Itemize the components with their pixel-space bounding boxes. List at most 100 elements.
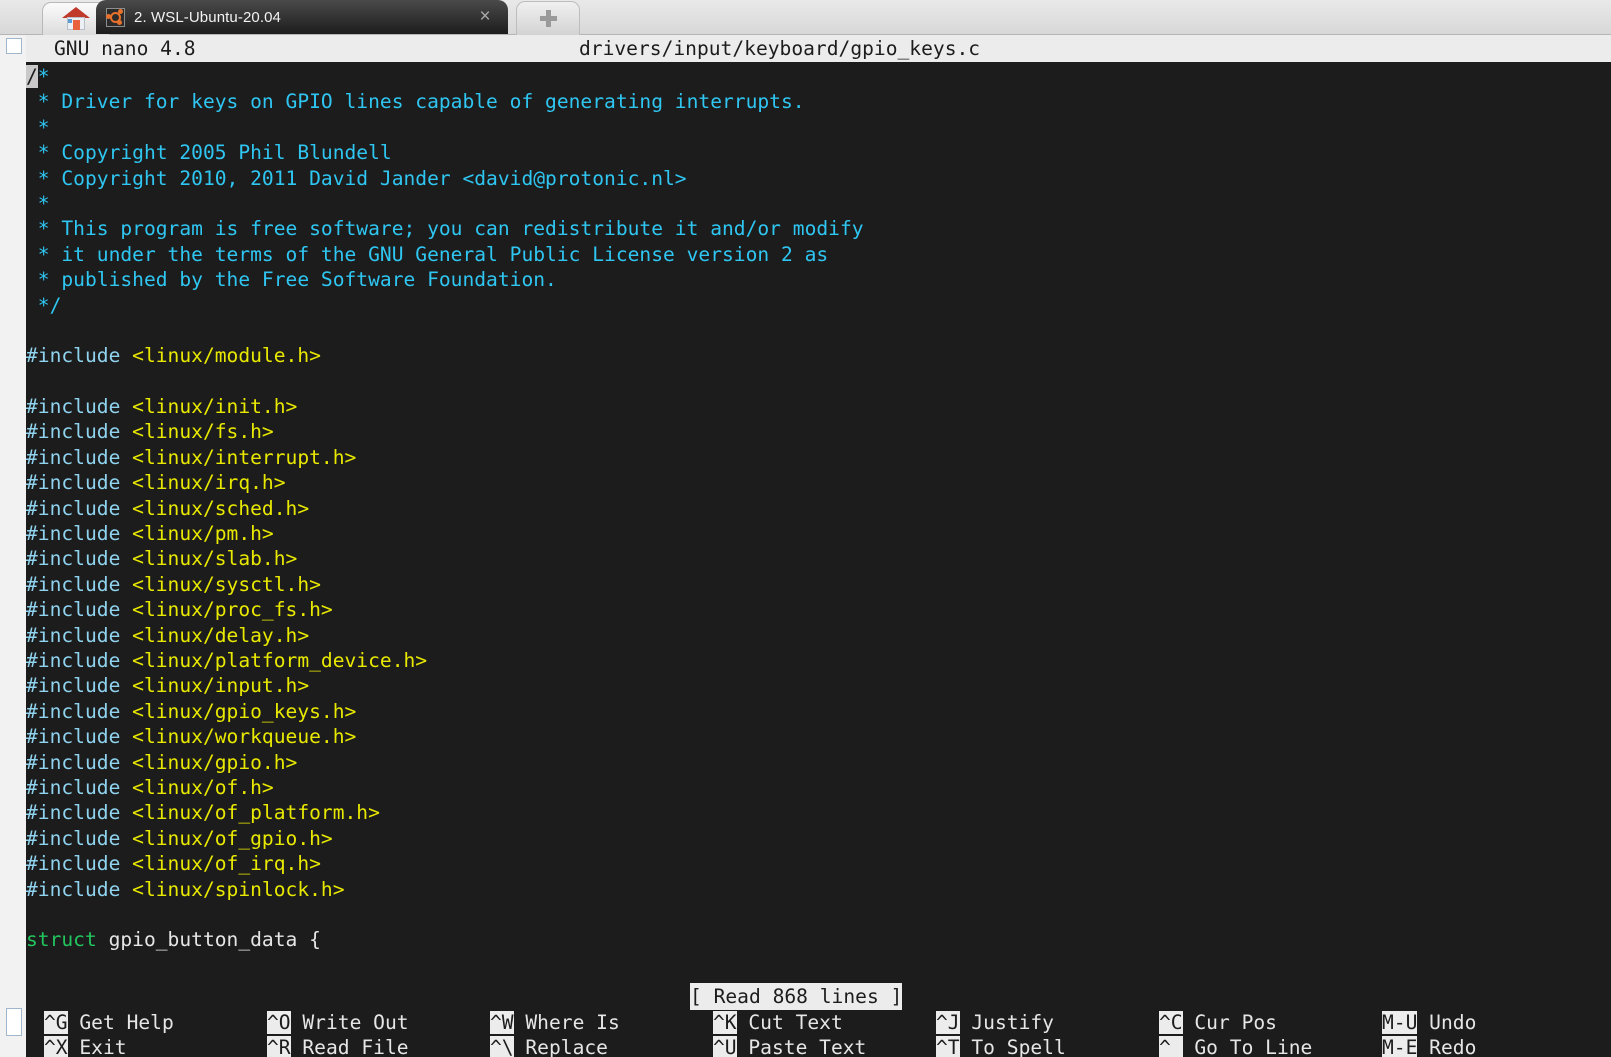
code-span: #include <box>26 852 133 876</box>
shortcut-key: ^_ <box>1159 1036 1183 1057</box>
close-icon[interactable]: × <box>476 7 494 26</box>
code-span: <linux/init.h> <box>132 395 298 419</box>
nano-file-path: drivers/input/keyboard/gpio_keys.c <box>579 36 981 60</box>
shortcut-key: ^O <box>267 1011 291 1034</box>
code-line: #include <linux/input.h> <box>26 673 1611 698</box>
plus-icon <box>539 10 557 27</box>
shortcut-go-to-line[interactable]: ^_ Go To Line <box>1159 1035 1312 1057</box>
shortcut-cut-text[interactable]: ^K Cut Text <box>713 1010 843 1035</box>
shortcut-label: Write Out <box>290 1011 409 1034</box>
tab-strip: 2. WSL-Ubuntu-20.04 × <box>0 0 1611 35</box>
code-line: #include <linux/irq.h> <box>26 470 1611 495</box>
code-span: #include <box>26 420 133 444</box>
code-line: #include <linux/init.h> <box>26 394 1611 419</box>
tab-wsl-ubuntu[interactable]: 2. WSL-Ubuntu-20.04 × <box>96 0 508 34</box>
shortcut-undo[interactable]: M-U Undo <box>1382 1010 1476 1035</box>
shortcut-justify[interactable]: ^J Justify <box>936 1010 1054 1035</box>
code-line: #include <linux/of_gpio.h> <box>26 826 1611 851</box>
shortcut-key: ^K <box>713 1011 737 1034</box>
shortcut-label: Read File <box>290 1036 409 1057</box>
terminal-screen[interactable]: GNU nano 4.8 drivers/input/keyboard/gpio… <box>26 35 1611 1057</box>
code-span: #include <box>26 648 133 672</box>
code-span: struct <box>26 928 97 952</box>
shortcut-get-help[interactable]: ^G Get Help <box>44 1010 174 1035</box>
code-line: #include <linux/slab.h> <box>26 546 1611 571</box>
shortcut-cur-pos[interactable]: ^C Cur Pos <box>1159 1010 1277 1035</box>
shortcut-key: ^\ <box>490 1036 514 1057</box>
nano-editor-buffer[interactable]: /* * Driver for keys on GPIO lines capab… <box>26 62 1611 967</box>
shortcut-row-2: ^X Exit ^R Read File ^\ Replace ^U Paste Te… <box>26 1035 1611 1057</box>
code-span: * <box>26 191 50 215</box>
code-span: */ <box>26 293 62 317</box>
code-span[interactable]: / <box>26 65 38 88</box>
shortcut-key: ^R <box>267 1036 291 1057</box>
shortcut-label: Where Is <box>513 1011 620 1034</box>
code-span: <linux/sched.h> <box>132 496 310 520</box>
code-line: struct gpio_button_data { <box>26 927 1611 952</box>
code-line: #include <linux/of_platform.h> <box>26 800 1611 825</box>
code-span: <linux/workqueue.h> <box>132 725 357 749</box>
code-span: #include <box>26 775 133 799</box>
code-span: #include <box>26 725 133 749</box>
code-span: <linux/gpio_keys.h> <box>132 699 357 723</box>
shortcut-where-is[interactable]: ^W Where Is <box>490 1010 620 1035</box>
shortcut-exit[interactable]: ^X Exit <box>44 1035 127 1057</box>
code-span: <linux/slab.h> <box>132 547 298 571</box>
code-span: #include <box>26 699 133 723</box>
code-span: <linux/delay.h> <box>132 623 310 647</box>
nano-version-label: GNU nano 4.8 <box>54 36 196 60</box>
code-line: * This program is free software; you can… <box>26 216 1611 241</box>
code-span: * it under the terms of the GNU General … <box>26 242 829 266</box>
code-span: <linux/irq.h> <box>132 471 286 495</box>
ubuntu-icon <box>106 7 125 27</box>
shortcut-label: To Spell <box>959 1036 1066 1057</box>
code-line: #include <linux/proc_fs.h> <box>26 597 1611 622</box>
shortcut-key: ^T <box>936 1036 960 1057</box>
code-span: * published by the Free Software Foundat… <box>26 268 557 292</box>
code-span: <linux/of_platform.h> <box>132 801 380 825</box>
code-line: #include <linux/sched.h> <box>26 496 1611 521</box>
shortcut-row-1: ^G Get Help ^O Write Out ^W Where Is ^K Cut… <box>26 1010 1611 1035</box>
shortcut-write-out[interactable]: ^O Write Out <box>267 1010 409 1035</box>
code-line: #include <linux/delay.h> <box>26 623 1611 648</box>
shortcut-replace[interactable]: ^\ Replace <box>490 1035 608 1057</box>
shortcut-label: Exit <box>67 1036 127 1057</box>
shortcut-read-file[interactable]: ^R Read File <box>267 1035 409 1057</box>
shortcut-label: Replace <box>513 1036 608 1057</box>
code-span: #include <box>26 445 133 469</box>
code-line: #include <linux/interrupt.h> <box>26 445 1611 470</box>
shortcut-to-spell[interactable]: ^T To Spell <box>936 1035 1066 1057</box>
code-line: * <box>26 115 1611 140</box>
shortcut-paste-text[interactable]: ^U Paste Text <box>713 1035 866 1057</box>
code-line: * it under the terms of the GNU General … <box>26 242 1611 267</box>
code-line: /* <box>26 64 1611 89</box>
new-tab-button[interactable] <box>516 1 580 35</box>
code-line: * Copyright 2010, 2011 David Jander <dav… <box>26 166 1611 191</box>
wsl-terminal-window: 2. WSL-Ubuntu-20.04 × GNU nano 4.8 drive… <box>0 0 1611 1057</box>
code-line: #include <linux/gpio.h> <box>26 750 1611 775</box>
code-span: <linux/gpio.h> <box>132 750 298 774</box>
shortcut-key: ^W <box>490 1011 514 1034</box>
shortcut-key: ^G <box>44 1011 68 1034</box>
rail-marker-bottom <box>6 1008 22 1036</box>
shortcut-redo[interactable]: M-E Redo <box>1382 1035 1476 1057</box>
shortcut-key: ^J <box>936 1011 960 1034</box>
code-span: gpio_button_data { <box>96 928 321 952</box>
code-span: <linux/proc_fs.h> <box>132 598 333 622</box>
code-span: * Driver for keys on GPIO lines capable … <box>26 90 805 114</box>
code-span: #include <box>26 877 133 901</box>
shortcut-key: M-U <box>1382 1011 1418 1034</box>
code-span: * Copyright 2010, 2011 David Jander <dav… <box>26 166 687 190</box>
code-span: #include <box>26 496 133 520</box>
code-span: #include <box>26 344 133 368</box>
code-line: #include <linux/gpio_keys.h> <box>26 699 1611 724</box>
nano-status-message: [ Read 868 lines ] <box>690 983 903 1011</box>
shortcut-label: Undo <box>1417 1011 1477 1034</box>
shortcut-key: ^U <box>713 1036 737 1057</box>
nano-shortcut-bar: ^G Get Help ^O Write Out ^W Where Is ^K Cut… <box>26 1010 1611 1057</box>
code-span: #include <box>26 623 133 647</box>
code-line: * Copyright 2005 Phil Blundell <box>26 140 1611 165</box>
shortcut-label: Justify <box>959 1011 1054 1034</box>
